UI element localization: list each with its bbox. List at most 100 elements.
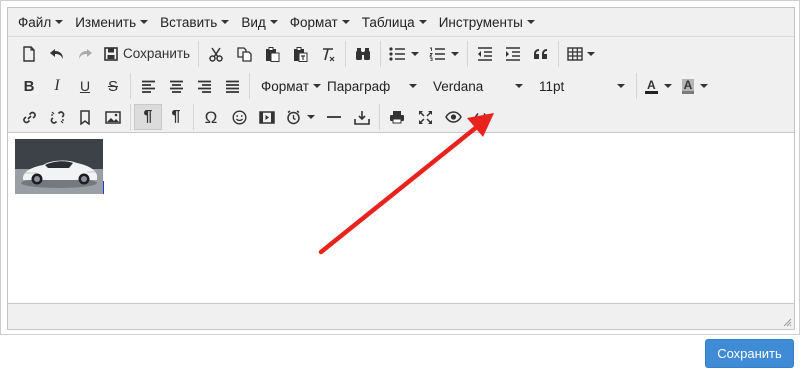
numbered-list-button[interactable] [424,41,464,67]
link-button[interactable] [15,104,43,130]
menu-format[interactable]: Формат [284,10,356,34]
chevron-down-icon [221,20,230,24]
bullet-list-button[interactable] [384,41,424,67]
chevron-down-icon [587,52,596,56]
underline-button[interactable]: U [71,73,99,99]
toolbar-group-text-style: B I U S [12,73,130,99]
undo-icon [50,49,63,59]
chevron-down-icon [307,115,315,119]
copy-button[interactable] [230,41,258,67]
paste-as-text-button[interactable] [286,41,314,67]
clear-formatting-button[interactable] [314,41,342,67]
menu-file[interactable]: Файл [12,10,69,34]
media-button[interactable] [253,104,281,130]
toolbar-row-1: Сохранить [8,39,794,69]
special-character-button[interactable]: Ω [197,104,225,130]
strikethrough-icon: S [107,77,118,95]
italic-button[interactable]: I [43,73,71,99]
print-button[interactable] [383,104,411,130]
chevron-down-icon [418,20,427,24]
toolbar-group-file: Сохранить [12,41,198,67]
editor-panel: Файл Изменить Вставить Вид Формат Таблиц… [0,0,800,335]
toolbar-row-3: ¶ ¶ Ω [8,102,794,132]
menu-insert[interactable]: Вставить [154,10,235,34]
save-icon [104,47,118,61]
indent-button[interactable] [499,41,527,67]
special-character-icon: Ω [204,107,218,127]
strikethrough-button[interactable]: S [99,73,127,99]
find-replace-icon [356,48,371,60]
cut-button[interactable] [202,41,230,67]
background-color-button[interactable]: A [677,73,714,99]
source-code-icon [474,112,488,122]
emoticons-button[interactable] [225,104,253,130]
chevron-down-icon [341,20,350,24]
bold-button[interactable]: B [15,73,43,99]
redo-button[interactable] [71,41,99,67]
insert-template-icon [354,110,370,125]
font-family-select[interactable]: Verdana [425,73,531,99]
align-left-icon [141,80,155,93]
source-code-button[interactable] [467,104,495,130]
chevron-down-icon [140,20,149,24]
align-right-icon [197,80,211,93]
text-color-button[interactable]: A [640,73,677,99]
save-toolbar-button[interactable]: Сохранить [99,41,195,67]
preview-button[interactable] [439,104,467,130]
align-center-button[interactable] [162,73,190,99]
toolbar-group-clipboard [198,41,345,67]
insert-template-button[interactable] [348,104,376,130]
align-left-button[interactable] [134,73,162,99]
save-button[interactable]: Сохранить [705,339,794,368]
format-select[interactable]: Формат [253,73,321,99]
indent-icon [506,47,521,61]
new-document-button[interactable] [15,41,43,67]
find-replace-button[interactable] [349,41,377,67]
block-format-select[interactable]: Параграф [319,73,425,99]
underline-icon: U [79,78,91,94]
show-blocks-button[interactable]: ¶ [134,104,162,130]
chevron-down-icon [269,20,278,24]
resize-handle-icon[interactable] [783,318,792,327]
numbered-list-icon [429,47,446,61]
insert-datetime-icon [287,109,300,124]
emoticons-icon [231,109,247,125]
blockquote-button[interactable] [527,41,555,67]
blockquote-icon [534,49,548,59]
insert-datetime-button[interactable] [281,104,320,130]
horizontal-line-button[interactable] [320,104,348,130]
menu-file-label: Файл [18,14,52,30]
new-document-icon [23,46,35,62]
preview-icon [444,111,462,123]
align-right-button[interactable] [190,73,218,99]
font-size-select[interactable]: 11pt [531,73,633,99]
cut-icon [209,47,223,62]
unlink-icon [50,110,64,124]
table-button[interactable] [562,41,600,67]
font-size-select-value: 11pt [539,78,565,94]
outdent-button[interactable] [471,41,499,67]
paste-button[interactable] [258,41,286,67]
unlink-button[interactable] [43,104,71,130]
font-family-select-value: Verdana [433,78,484,94]
menu-table[interactable]: Таблица [356,10,433,34]
editor-content-area[interactable] [8,132,794,304]
image-button[interactable] [99,104,127,130]
copy-icon [236,46,252,62]
align-justify-button[interactable] [218,73,246,99]
save-toolbar-label: Сохранить [123,46,191,62]
paste-icon [265,46,280,62]
italic-icon: I [54,77,60,94]
toolbar-group-find [345,41,380,67]
anchor-icon [80,109,90,125]
undo-button[interactable] [43,41,71,67]
car-image[interactable] [15,139,103,194]
fullscreen-button[interactable] [411,104,439,130]
show-invisible-chars-button[interactable]: ¶ [162,104,190,130]
anchor-button[interactable] [71,104,99,130]
menu-tools[interactable]: Инструменты [433,10,541,34]
toolbar-group-indent [467,41,558,67]
menu-edit[interactable]: Изменить [69,10,154,34]
redo-icon [79,49,92,59]
menu-view[interactable]: Вид [235,10,283,34]
